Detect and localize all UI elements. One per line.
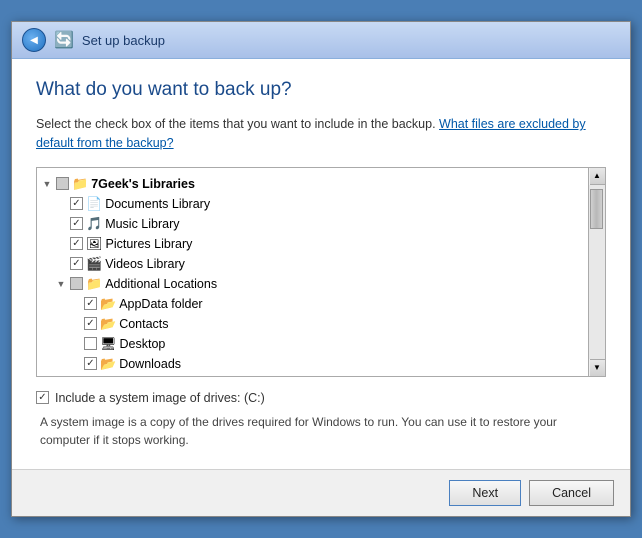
folder-icon-desktop: 🖥 (100, 336, 117, 352)
tree-item-downloads[interactable]: 📂 Downloads (69, 354, 584, 374)
tree-item-libraries[interactable]: ▼ 📁 7Geek's Libraries (41, 174, 584, 194)
label-pictures: Pictures Library (106, 237, 193, 251)
folder-icon-music: 🎵 (86, 216, 102, 232)
checkbox-music[interactable] (70, 217, 83, 230)
tree-item-appdata[interactable]: 📂 AppData folder (69, 294, 584, 314)
checkbox-pictures[interactable] (70, 237, 83, 250)
folder-icon-appdata: 📂 (100, 296, 116, 312)
description-text: Select the check box of the items that y… (36, 117, 436, 131)
label-libraries: 7Geek's Libraries (91, 177, 195, 191)
tree-scrollbar[interactable]: ▲ ▼ (588, 168, 605, 376)
folder-icon-videos: 🎬 (86, 256, 102, 272)
backup-tree-panel: ▼ 📁 7Geek's Libraries 📄 Documents Librar… (36, 167, 606, 377)
tree-item-desktop[interactable]: 🖥 Desktop (69, 334, 584, 354)
folder-icon-libraries: 📁 (72, 176, 88, 192)
tree-item-music[interactable]: 🎵 Music Library (55, 214, 584, 234)
expand-icon-libraries[interactable]: ▼ (41, 178, 53, 190)
folder-icon-documents: 📄 (86, 196, 102, 212)
checkbox-documents[interactable] (70, 197, 83, 210)
backup-icon: 🔄 (54, 30, 74, 50)
scrollbar-down-button[interactable]: ▼ (590, 359, 605, 376)
tree-content: ▼ 📁 7Geek's Libraries 📄 Documents Librar… (37, 168, 588, 376)
folder-icon-contacts: 📂 (100, 316, 116, 332)
checkbox-contacts[interactable] (84, 317, 97, 330)
title-bar: 🔄 Set up backup (12, 22, 630, 59)
tree-item-videos[interactable]: 🎬 Videos Library (55, 254, 584, 274)
tree-item-favorites[interactable]: 📂 Favorites (69, 374, 584, 376)
checkbox-downloads[interactable] (84, 357, 97, 370)
label-additional: Additional Locations (105, 277, 217, 291)
title-bar-text: Set up backup (82, 33, 165, 48)
expand-icon-additional[interactable]: ▼ (55, 278, 67, 290)
label-desktop: Desktop (120, 337, 166, 351)
label-music: Music Library (105, 217, 179, 231)
checkbox-libraries[interactable] (56, 177, 69, 190)
checkbox-additional[interactable] (70, 277, 83, 290)
page-title: What do you want to back up? (36, 79, 606, 101)
folder-icon-pictures: 🖼 (86, 236, 103, 252)
content-area: What do you want to back up? Select the … (12, 59, 630, 469)
tree-item-additional[interactable]: ▼ 📁 Additional Locations (55, 274, 584, 294)
main-window: 🔄 Set up backup What do you want to back… (11, 21, 631, 517)
checkbox-appdata[interactable] (84, 297, 97, 310)
back-button[interactable] (22, 28, 46, 52)
checkbox-videos[interactable] (70, 257, 83, 270)
folder-icon-additional: 📁 (86, 276, 102, 292)
label-appdata: AppData folder (119, 297, 202, 311)
system-image-row: Include a system image of drives: (C:) (36, 377, 606, 413)
checkbox-desktop[interactable] (84, 337, 97, 350)
system-info-text: A system image is a copy of the drives r… (36, 413, 606, 449)
tree-item-pictures[interactable]: 🖼 Pictures Library (55, 234, 584, 254)
scrollbar-up-button[interactable]: ▲ (590, 168, 605, 185)
label-documents: Documents Library (105, 197, 210, 211)
scrollbar-thumb[interactable] (590, 189, 603, 229)
cancel-button[interactable]: Cancel (529, 480, 614, 506)
tree-item-contacts[interactable]: 📂 Contacts (69, 314, 584, 334)
scrollbar-track[interactable] (589, 185, 605, 359)
folder-icon-downloads: 📂 (100, 356, 116, 372)
next-button[interactable]: Next (449, 480, 521, 506)
checkbox-system-image[interactable] (36, 391, 49, 404)
footer: Next Cancel (12, 469, 630, 516)
label-contacts: Contacts (119, 317, 168, 331)
label-downloads: Downloads (119, 357, 181, 371)
label-videos: Videos Library (105, 257, 185, 271)
tree-item-documents[interactable]: 📄 Documents Library (55, 194, 584, 214)
system-image-label: Include a system image of drives: (C:) (55, 391, 265, 405)
description: Select the check box of the items that y… (36, 115, 606, 153)
